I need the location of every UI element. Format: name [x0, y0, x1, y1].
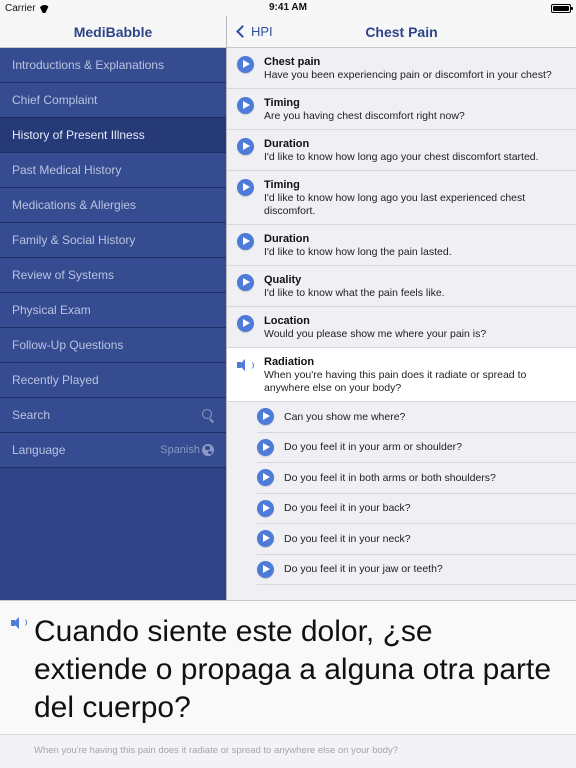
question-text: When you're having this pain does it rad… [264, 369, 527, 394]
main-header: HPI Chest Pain [227, 16, 576, 48]
play-icon[interactable] [237, 274, 254, 291]
sidebar-item-past-medical-history[interactable]: Past Medical History [0, 153, 226, 188]
sub-question-item[interactable]: Do you feel it in your arm or shoulder? [257, 433, 576, 463]
sidebar-item-introductions[interactable]: Introductions & Explanations [0, 48, 226, 83]
sidebar-item-follow-up[interactable]: Follow-Up Questions [0, 328, 226, 363]
question-text: I'd like to know how long ago you last e… [264, 192, 526, 217]
play-icon[interactable] [237, 97, 254, 114]
sidebar-item-label: History of Present Illness [12, 128, 145, 142]
question-title: Timing [264, 179, 300, 191]
question-title: Quality [264, 274, 302, 286]
sidebar-item-chief-complaint[interactable]: Chief Complaint [0, 83, 226, 118]
app-title: MediBabble [73, 23, 153, 40]
play-icon[interactable] [237, 315, 254, 332]
question-item[interactable]: Duration I'd like to know how long the pa… [227, 225, 576, 266]
sidebar-item-recently-played[interactable]: Recently Played [0, 363, 226, 398]
translation-panel: Cuando siente este dolor, ¿se extiende o… [0, 600, 576, 768]
sidebar-item-label: Review of Systems [12, 268, 115, 282]
play-icon[interactable] [237, 233, 254, 250]
sidebar-item-family-social[interactable]: Family & Social History [0, 223, 226, 258]
play-icon[interactable] [257, 530, 274, 548]
sub-question-text: Do you feel it in both arms or both shou… [284, 471, 496, 484]
sub-question-text: Do you feel it in your jaw or teeth? [284, 563, 443, 576]
question-item[interactable]: Chest pain Have you been experiencing pai… [227, 48, 576, 89]
sub-question-text: Do you feel it in your back? [284, 502, 411, 515]
language-value: Spanish [160, 444, 200, 456]
battery-icon [551, 4, 573, 13]
sidebar-item-label: Search [12, 408, 51, 422]
sub-question-item[interactable]: Do you feel it in both arms or both shou… [257, 463, 576, 494]
sidebar-header: MediBabble [0, 16, 226, 48]
sidebar-item-label: Family & Social History [12, 233, 136, 247]
play-icon[interactable] [257, 469, 274, 487]
question-title: Duration [264, 138, 310, 150]
play-icon[interactable] [237, 179, 254, 196]
sidebar-item-label: Language [12, 443, 66, 457]
question-title: Chest pain [264, 56, 321, 68]
question-title: Duration [264, 233, 310, 245]
sidebar-item-label: Follow-Up Questions [12, 338, 124, 352]
question-item[interactable]: Timing I'd like to know how long ago you … [227, 171, 576, 225]
sub-question-text: Do you feel it in your arm or shoulder? [284, 441, 463, 454]
question-text: I'd like to know what the pain feels lik… [264, 287, 445, 299]
sidebar-item-physical-exam[interactable]: Physical Exam [0, 293, 226, 328]
sub-question-item[interactable]: Do you feel it in your jaw or teeth? [257, 555, 576, 585]
question-item[interactable]: Timing Are you having chest discomfort ri… [227, 89, 576, 130]
sidebar-item-search[interactable]: Search [0, 398, 226, 433]
main-panel: HPI Chest Pain Chest pain Have you been e… [226, 16, 576, 600]
source-text: When you're having this pain does it rad… [0, 734, 576, 768]
question-text: Are you having chest discomfort right no… [264, 110, 465, 122]
sidebar-item-label: Past Medical History [12, 163, 122, 177]
speaker-icon[interactable] [11, 616, 27, 630]
question-title: Radiation [264, 356, 315, 368]
question-title: Location [264, 315, 310, 327]
sidebar-item-label: Medications & Allergies [12, 198, 137, 212]
play-icon[interactable] [237, 56, 254, 73]
sidebar-item-label: Introductions & Explanations [12, 58, 165, 72]
status-bar: Carrier 9:41 AM [0, 0, 576, 16]
translation-text: Cuando siente este dolor, ¿se extiende o… [34, 615, 552, 724]
question-text: Have you been experiencing pain or disco… [264, 69, 552, 81]
sidebar-item-review-of-systems[interactable]: Review of Systems [0, 258, 226, 293]
question-list: Chest pain Have you been experiencing pai… [227, 48, 576, 585]
sidebar: MediBabble Introductions & Explanations … [0, 16, 226, 600]
sub-question-text: Can you show me where? [284, 410, 406, 423]
play-icon[interactable] [237, 138, 254, 155]
sidebar-item-language[interactable]: Language Spanish [0, 433, 226, 468]
sub-question-item[interactable]: Do you feel it in your back? [257, 494, 576, 524]
play-icon[interactable] [257, 408, 274, 426]
question-text: I'd like to know how long ago your chest… [264, 151, 539, 163]
sidebar-item-label: Recently Played [12, 373, 99, 387]
page-title: Chest Pain [365, 24, 438, 40]
question-text: Would you please show me where your pain… [264, 328, 487, 340]
sidebar-menu: Introductions & Explanations Chief Compl… [0, 48, 226, 468]
search-icon [202, 409, 214, 421]
question-text: I'd like to know how long the pain laste… [264, 246, 452, 258]
sidebar-item-hpi[interactable]: History of Present Illness [0, 118, 226, 153]
status-time: 9:41 AM [269, 2, 307, 13]
play-icon[interactable] [257, 499, 274, 517]
play-icon[interactable] [257, 438, 274, 456]
play-icon[interactable] [257, 560, 274, 578]
question-title: Timing [264, 97, 300, 109]
sub-question-list: Can you show me where? Do you feel it in… [227, 402, 576, 585]
sub-question-text: Do you feel it in your neck? [284, 532, 411, 545]
sub-question-item[interactable]: Can you show me where? [257, 402, 576, 433]
sidebar-item-medications[interactable]: Medications & Allergies [0, 188, 226, 223]
sidebar-item-label: Chief Complaint [12, 93, 98, 107]
question-item[interactable]: Quality I'd like to know what the pain fe… [227, 266, 576, 307]
sub-question-item[interactable]: Do you feel it in your neck? [257, 524, 576, 555]
question-item[interactable]: Duration I'd like to know how long ago yo… [227, 130, 576, 171]
question-item[interactable]: Location Would you please show me where y… [227, 307, 576, 348]
sidebar-item-label: Physical Exam [12, 303, 91, 317]
question-item-selected[interactable]: Radiation When you're having this pain do… [227, 348, 576, 402]
globe-icon [202, 444, 214, 456]
speaker-icon [237, 358, 254, 375]
